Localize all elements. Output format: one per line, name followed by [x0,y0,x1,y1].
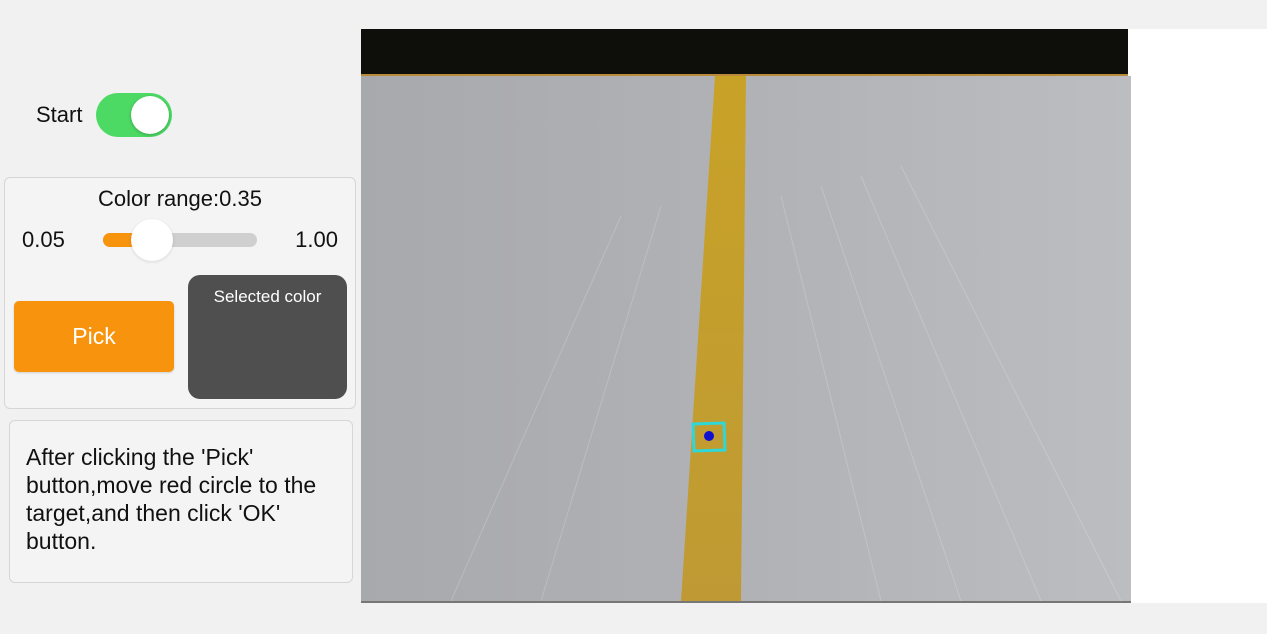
start-toggle[interactable] [96,93,173,137]
color-range-slider[interactable] [103,219,257,261]
target-marker-dot [704,431,714,441]
start-label: Start [36,102,83,127]
selected-color-swatch: Selected color [188,275,347,399]
slider-thumb[interactable] [131,219,173,261]
color-range-max-label: 1.00 [295,227,338,252]
selected-color-label: Selected color [213,287,322,306]
pick-button[interactable]: Pick [14,301,174,372]
camera-view[interactable] [361,29,1267,603]
target-marker[interactable] [691,421,727,453]
instructions-panel: After clicking the 'Pick' button,move re… [9,420,353,583]
color-range-title: Color range:0.35 [98,186,262,211]
camera-top-band [361,29,1128,76]
camera-bottom-edge [361,601,1131,603]
color-range-min-label: 0.05 [22,227,65,252]
camera-scene [361,76,1131,601]
start-row: Start [36,92,173,138]
start-toggle-knob [131,96,170,134]
camera-floor [361,76,1131,601]
color-range-panel: Color range:0.35 0.05 1.00 Pick Selected… [4,177,356,409]
instructions-text: After clicking the 'Pick' button,move re… [26,444,317,554]
